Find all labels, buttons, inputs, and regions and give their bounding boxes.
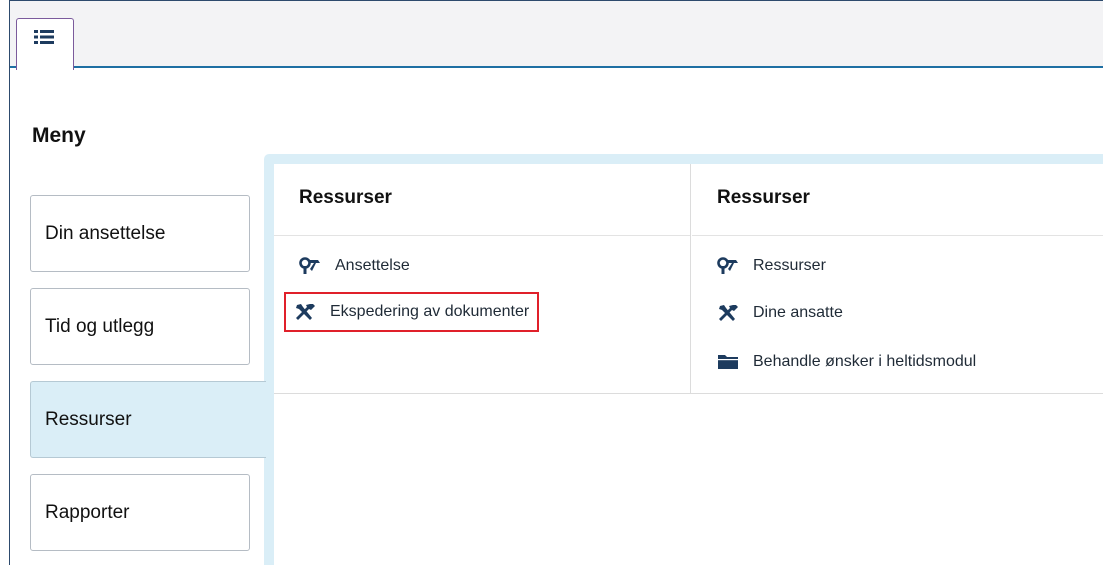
sidebar-item-label: Rapporter [45, 501, 130, 523]
submenu-column: Ressurser Ressurser Dine ansatte Behandl… [692, 164, 1103, 394]
hammer-wrench-icon [299, 257, 320, 274]
sidebar-item-tid-og-utlegg[interactable]: Tid og utlegg [30, 288, 250, 365]
columns-divider [274, 393, 1103, 394]
link-ansettelse[interactable]: Ansettelse [299, 254, 410, 278]
submenu-panel: Ressurser Ansettelse Ekspedering av doku… [274, 164, 1103, 565]
link-label: Ressurser [753, 257, 826, 274]
list-icon [34, 30, 54, 44]
link-label: Ekspedering av dokumenter [330, 303, 530, 320]
link-behandle-onsker-i-heltidsmodul[interactable]: Behandle ønsker i heltidsmodul [717, 350, 976, 374]
crossed-tools-icon [296, 304, 315, 320]
link-dine-ansatte[interactable]: Dine ansatte [717, 301, 843, 325]
link-label: Dine ansatte [753, 304, 843, 321]
tab-menu[interactable] [16, 18, 74, 70]
sidebar-item-label: Ressurser [45, 408, 132, 430]
link-label: Behandle ønsker i heltidsmodul [753, 353, 977, 370]
submenu-column: Ressurser Ansettelse Ekspedering av doku… [274, 164, 691, 394]
column-heading: Ressurser [274, 164, 690, 236]
sidebar-item-din-ansettelse[interactable]: Din ansettelse [30, 195, 250, 272]
folder-icon [718, 355, 738, 369]
crossed-tools-icon [719, 305, 738, 321]
column-heading: Ressurser [692, 164, 1103, 236]
sidebar-item-label: Din ansettelse [45, 222, 166, 244]
sidebar-item-rapporter[interactable]: Rapporter [30, 474, 250, 551]
sidebar-item-ressurser[interactable]: Ressurser [30, 381, 266, 458]
tab-strip [10, 1, 1103, 70]
link-ekspedering-av-dokumenter[interactable]: Ekspedering av dokumenter [283, 292, 540, 332]
link-label: Ansettelse [335, 257, 410, 274]
app-window: Meny Din ansettelse Tid og utlegg Ressur… [9, 0, 1103, 565]
menu-title: Meny [32, 124, 86, 147]
link-ressurser[interactable]: Ressurser [717, 254, 826, 278]
sidebar-item-label: Tid og utlegg [45, 315, 155, 337]
hammer-wrench-icon [717, 257, 738, 274]
